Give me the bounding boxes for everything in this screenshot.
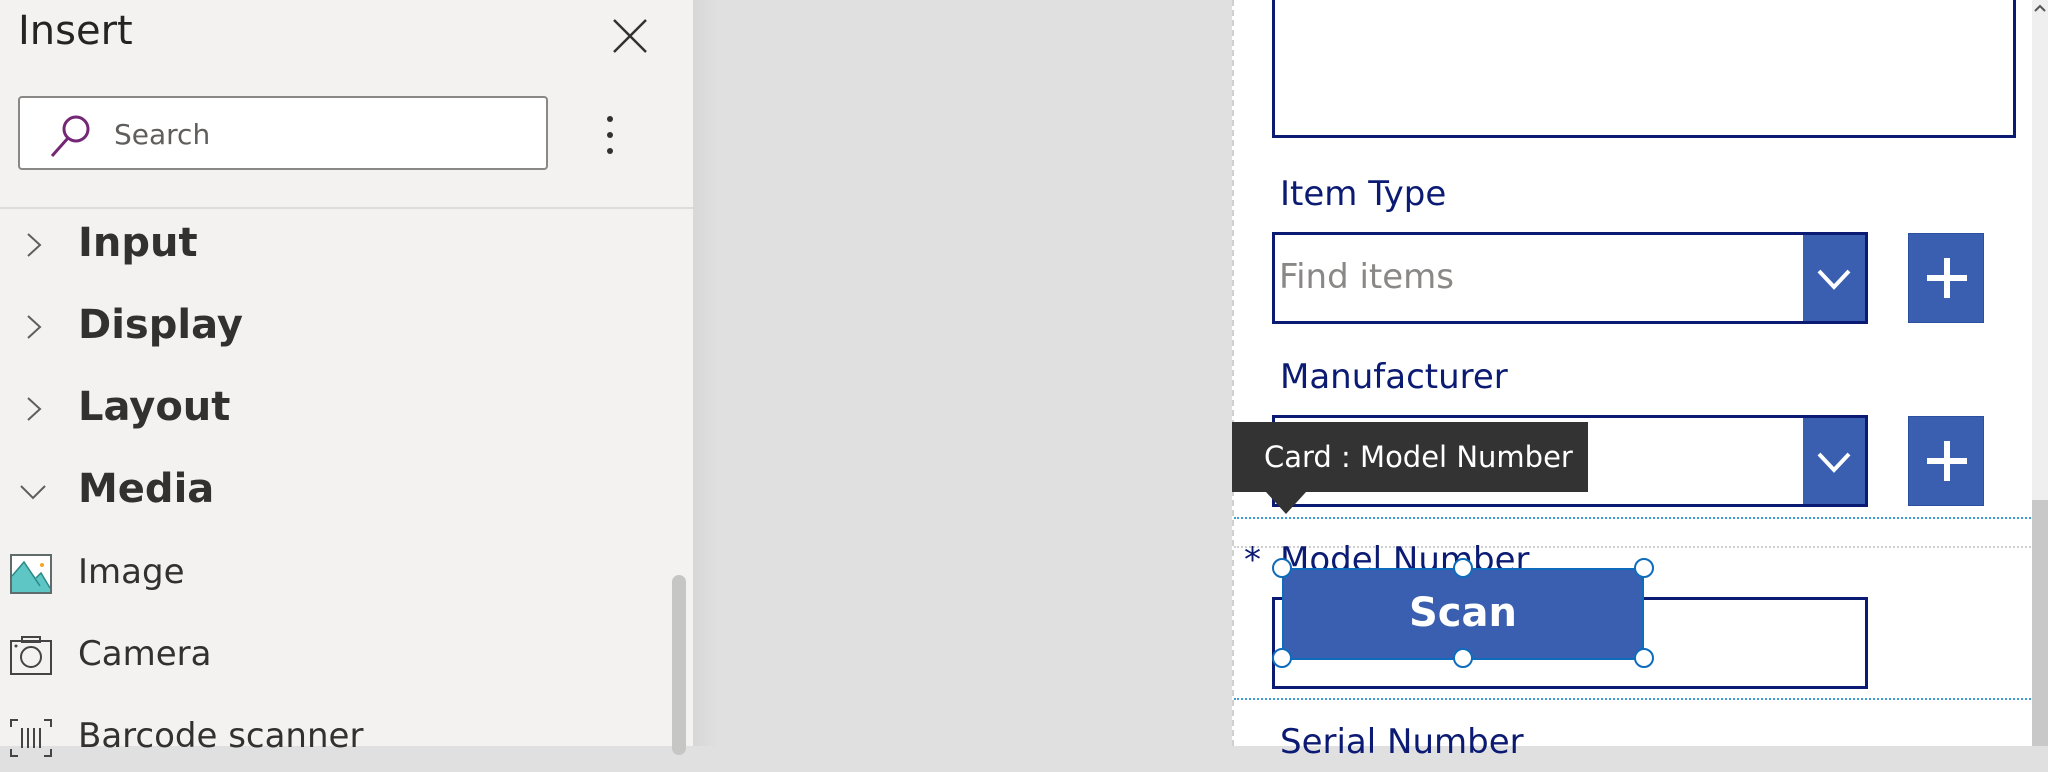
media-item-camera[interactable]: Camera bbox=[0, 620, 660, 690]
resize-handle-top-left[interactable] bbox=[1272, 558, 1292, 578]
resize-handle-top[interactable] bbox=[1453, 558, 1473, 578]
category-layout[interactable]: Layout bbox=[0, 374, 660, 444]
more-dot-icon bbox=[607, 148, 613, 154]
media-item-label: Camera bbox=[78, 634, 212, 674]
field-label-item-type: Item Type bbox=[1280, 174, 1447, 214]
category-label: Input bbox=[78, 220, 198, 266]
more-dot-icon bbox=[607, 132, 613, 138]
search-box[interactable] bbox=[18, 96, 548, 170]
close-icon bbox=[613, 19, 647, 53]
chevron-right-icon bbox=[27, 315, 42, 339]
scroll-up-button[interactable] bbox=[2032, 0, 2048, 18]
panel-scrollbar-thumb[interactable] bbox=[672, 575, 686, 755]
card-selection-border-top bbox=[1234, 517, 2034, 519]
category-display[interactable]: Display bbox=[0, 292, 660, 362]
category-label: Media bbox=[78, 466, 215, 512]
chevron-right-icon bbox=[27, 233, 42, 257]
insert-panel: Insert Input Display Layout Media bbox=[0, 0, 694, 757]
combobox-dropdown-button[interactable] bbox=[1803, 418, 1865, 504]
scan-button[interactable]: Scan bbox=[1282, 568, 1644, 660]
resize-handle-top-right[interactable] bbox=[1634, 558, 1654, 578]
item-type-combobox[interactable]: Find items bbox=[1272, 232, 1868, 324]
canvas-edge-shadow bbox=[694, 0, 718, 746]
chevron-up-icon bbox=[2034, 4, 2046, 12]
media-item-label: Image bbox=[78, 552, 185, 592]
resize-handle-bottom[interactable] bbox=[1453, 648, 1473, 668]
category-label: Layout bbox=[78, 384, 231, 430]
add-manufacturer-button[interactable] bbox=[1908, 416, 1984, 506]
card-selection-border-bottom bbox=[1234, 698, 2034, 700]
chevron-down-icon bbox=[1817, 452, 1851, 473]
chevron-down-icon bbox=[20, 485, 46, 500]
more-dot-icon bbox=[607, 116, 613, 122]
field-label-serial-number: Serial Number bbox=[1280, 722, 1524, 762]
add-item-type-button[interactable] bbox=[1908, 233, 1984, 323]
more-options-button[interactable] bbox=[594, 110, 626, 160]
plus-icon bbox=[1927, 441, 1967, 481]
media-item-barcode-scanner[interactable]: Barcode scanner bbox=[0, 702, 660, 772]
panel-divider bbox=[0, 207, 693, 209]
camera-icon bbox=[10, 636, 52, 675]
close-button[interactable] bbox=[608, 14, 652, 58]
media-item-label: Barcode scanner bbox=[78, 716, 364, 756]
form-screen: Item Type Find items Manufacturer * Mode… bbox=[1232, 0, 2034, 762]
text-input-area[interactable] bbox=[1272, 0, 2016, 138]
image-icon bbox=[10, 554, 52, 594]
search-icon bbox=[50, 115, 90, 157]
chevron-right-icon bbox=[27, 397, 42, 421]
chevron-down-icon bbox=[1817, 269, 1851, 290]
canvas-scrollbar-thumb[interactable] bbox=[2032, 500, 2048, 746]
search-input[interactable] bbox=[112, 98, 536, 170]
media-item-image[interactable]: Image bbox=[0, 538, 660, 608]
card-tooltip: Card : Model Number bbox=[1232, 422, 1588, 492]
field-label-manufacturer: Manufacturer bbox=[1280, 357, 1508, 397]
plus-icon bbox=[1927, 258, 1967, 298]
barcode-icon bbox=[10, 719, 52, 757]
combobox-placeholder: Find items bbox=[1279, 257, 1454, 297]
tooltip-arrow bbox=[1266, 492, 1306, 514]
required-marker: * bbox=[1244, 540, 1261, 580]
category-label: Display bbox=[78, 302, 243, 348]
category-input[interactable]: Input bbox=[0, 210, 660, 280]
resize-handle-bottom-right[interactable] bbox=[1634, 648, 1654, 668]
resize-handle-bottom-left[interactable] bbox=[1272, 648, 1292, 668]
panel-title: Insert bbox=[18, 8, 133, 54]
category-media[interactable]: Media bbox=[0, 456, 660, 526]
combobox-dropdown-button[interactable] bbox=[1803, 235, 1865, 321]
